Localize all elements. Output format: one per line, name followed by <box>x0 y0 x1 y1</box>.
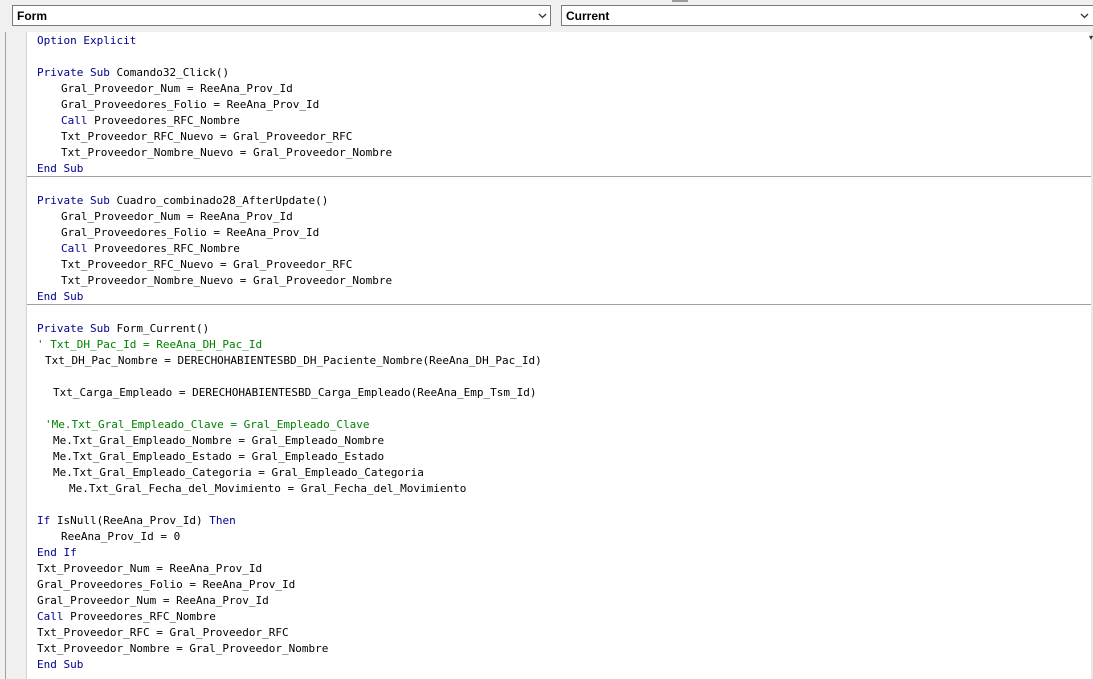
code-comment: ' Txt_DH_Pac_Id = ReeAna_DH_Pac_Id <box>37 338 263 351</box>
code-line[interactable]: Txt_Proveedor_RFC_Nuevo = Gral_Proveedor… <box>61 257 352 273</box>
code-keyword: End If <box>37 546 77 559</box>
code-keyword: End Sub <box>37 290 84 303</box>
code-text: Me.Txt_Gral_Empleado_Estado = Gral_Emple… <box>53 450 385 463</box>
code-keyword: Private Sub <box>37 66 110 79</box>
procedure-combobox[interactable]: Current <box>561 5 1093 26</box>
code-line[interactable]: End Sub <box>37 289 83 305</box>
code-line[interactable]: Txt_Proveedor_Num = ReeAna_Prov_Id <box>37 561 262 577</box>
code-text: Txt_Proveedor_Nombre_Nuevo = Gral_Provee… <box>61 146 393 159</box>
code-line[interactable]: Txt_Proveedor_Nombre = Gral_Proveedor_No… <box>37 641 328 657</box>
code-line[interactable]: End Sub <box>37 161 83 177</box>
code-line[interactable]: Me.Txt_Gral_Fecha_del_Movimiento = Gral_… <box>69 481 466 497</box>
code-keyword: Call <box>61 114 88 127</box>
code-text: Gral_Proveedores_Folio = ReeAna_Prov_Id <box>37 578 296 591</box>
procedure-separator <box>27 176 1091 177</box>
code-line[interactable]: Call Proveedores_RFC_Nombre <box>61 113 240 129</box>
code-text: Me.Txt_Gral_Empleado_Nombre = Gral_Emple… <box>53 434 385 447</box>
code-keyword: Then <box>209 514 236 527</box>
code-keyword: Call <box>61 242 88 255</box>
code-text: Gral_Proveedor_Num = ReeAna_Prov_Id <box>61 82 293 95</box>
code-text: Txt_Proveedor_Nombre = Gral_Proveedor_No… <box>37 642 329 655</box>
title-bar-marker <box>672 0 688 2</box>
code-line[interactable]: End Sub <box>37 657 83 673</box>
procedure-separator <box>27 304 1091 305</box>
code-text: Cuadro_combinado28_AfterUpdate() <box>109 194 329 207</box>
code-text: Comando32_Click() <box>109 66 230 79</box>
code-keyword: Call <box>37 610 64 623</box>
code-text: Proveedores_RFC_Nombre <box>87 114 240 127</box>
code-text: Txt_Proveedor_RFC_Nuevo = Gral_Proveedor… <box>61 130 353 143</box>
code-line[interactable]: Option Explicit <box>37 33 136 49</box>
code-line[interactable]: 'Me.Txt_Gral_Empleado_Clave = Gral_Emple… <box>45 417 370 433</box>
code-line[interactable]: Private Sub Comando32_Click() <box>37 65 229 81</box>
code-keyword: Private Sub <box>37 322 110 335</box>
code-line[interactable]: Gral_Proveedor_Num = ReeAna_Prov_Id <box>61 81 293 97</box>
code-line[interactable]: Gral_Proveedor_Num = ReeAna_Prov_Id <box>61 209 293 225</box>
window-edge <box>5 32 6 679</box>
code-line[interactable]: Gral_Proveedores_Folio = ReeAna_Prov_Id <box>61 225 319 241</box>
code-editor[interactable]: Option Explicit Private Sub Comando32_Cli… <box>27 32 1091 679</box>
code-text: Txt_Proveedor_RFC_Nuevo = Gral_Proveedor… <box>61 258 353 271</box>
procedure-combobox-value: Current <box>566 9 610 23</box>
code-line[interactable]: Txt_Proveedor_RFC = Gral_Proveedor_RFC <box>37 625 289 641</box>
code-text: Txt_DH_Pac_Nombre = DERECHOHABIENTESBD_D… <box>45 354 542 367</box>
code-line[interactable]: Gral_Proveedores_Folio = ReeAna_Prov_Id <box>37 577 295 593</box>
code-line[interactable]: Txt_DH_Pac_Nombre = DERECHOHABIENTESBD_D… <box>45 353 542 369</box>
code-text: Me.Txt_Gral_Fecha_del_Movimiento = Gral_… <box>69 482 467 495</box>
code-text: Proveedores_RFC_Nombre <box>87 242 240 255</box>
code-keyword: Option Explicit <box>37 34 137 47</box>
code-line[interactable]: Gral_Proveedor_Num = ReeAna_Prov_Id <box>37 593 269 609</box>
code-window-toolbar: Form Current <box>0 0 1093 33</box>
code-line[interactable]: Private Sub Form_Current() <box>37 321 209 337</box>
code-line[interactable]: Me.Txt_Gral_Empleado_Estado = Gral_Emple… <box>53 449 384 465</box>
code-keyword: Private Sub <box>37 194 110 207</box>
scroll-up-icon[interactable]: ▾ <box>1089 33 1093 42</box>
code-line[interactable]: Gral_Proveedores_Folio = ReeAna_Prov_Id <box>61 97 319 113</box>
code-text: Gral_Proveedores_Folio = ReeAna_Prov_Id <box>61 226 320 239</box>
code-text: Gral_Proveedor_Num = ReeAna_Prov_Id <box>37 594 269 607</box>
code-text: Form_Current() <box>109 322 210 335</box>
code-keyword: If <box>37 514 51 527</box>
code-line[interactable]: Call Proveedores_RFC_Nombre <box>61 241 240 257</box>
object-combobox-value: Form <box>17 9 47 23</box>
code-line[interactable]: Me.Txt_Gral_Empleado_Categoria = Gral_Em… <box>53 465 424 481</box>
code-text: Txt_Carga_Empleado = DERECHOHABIENTESBD_… <box>53 386 537 399</box>
code-line[interactable]: Me.Txt_Gral_Empleado_Nombre = Gral_Emple… <box>53 433 384 449</box>
code-line[interactable]: ' Txt_DH_Pac_Id = ReeAna_DH_Pac_Id <box>37 337 262 353</box>
code-text: ReeAna_Prov_Id = 0 <box>61 530 181 543</box>
code-line[interactable]: Txt_Proveedor_RFC_Nuevo = Gral_Proveedor… <box>61 129 352 145</box>
code-text: Txt_Proveedor_Nombre_Nuevo = Gral_Provee… <box>61 274 393 287</box>
code-text: Gral_Proveedores_Folio = ReeAna_Prov_Id <box>61 98 320 111</box>
code-text: Txt_Proveedor_Num = ReeAna_Prov_Id <box>37 562 263 575</box>
code-keyword: End Sub <box>37 658 84 671</box>
code-text: Txt_Proveedor_RFC = Gral_Proveedor_RFC <box>37 626 289 639</box>
code-line[interactable]: Txt_Proveedor_Nombre_Nuevo = Gral_Provee… <box>61 145 392 161</box>
chevron-down-icon[interactable] <box>1080 11 1089 20</box>
code-line[interactable]: Private Sub Cuadro_combinado28_AfterUpda… <box>37 193 328 209</box>
code-text: IsNull(ReeAna_Prov_Id) <box>50 514 210 527</box>
code-line[interactable]: Txt_Proveedor_Nombre_Nuevo = Gral_Provee… <box>61 273 392 289</box>
code-text: Proveedores_RFC_Nombre <box>63 610 216 623</box>
code-comment: 'Me.Txt_Gral_Empleado_Clave = Gral_Emple… <box>45 418 370 431</box>
code-text: Me.Txt_Gral_Empleado_Categoria = Gral_Em… <box>53 466 424 479</box>
chevron-down-icon[interactable] <box>538 11 547 20</box>
code-line[interactable]: If IsNull(ReeAna_Prov_Id) Then <box>37 513 236 529</box>
code-line[interactable]: Call Proveedores_RFC_Nombre <box>37 609 216 625</box>
code-text: Gral_Proveedor_Num = ReeAna_Prov_Id <box>61 210 293 223</box>
object-combobox[interactable]: Form <box>12 5 551 26</box>
code-line[interactable]: Txt_Carga_Empleado = DERECHOHABIENTESBD_… <box>53 385 536 401</box>
code-line[interactable]: ReeAna_Prov_Id = 0 <box>61 529 180 545</box>
code-keyword: End Sub <box>37 162 84 175</box>
code-line[interactable]: End If <box>37 545 77 561</box>
